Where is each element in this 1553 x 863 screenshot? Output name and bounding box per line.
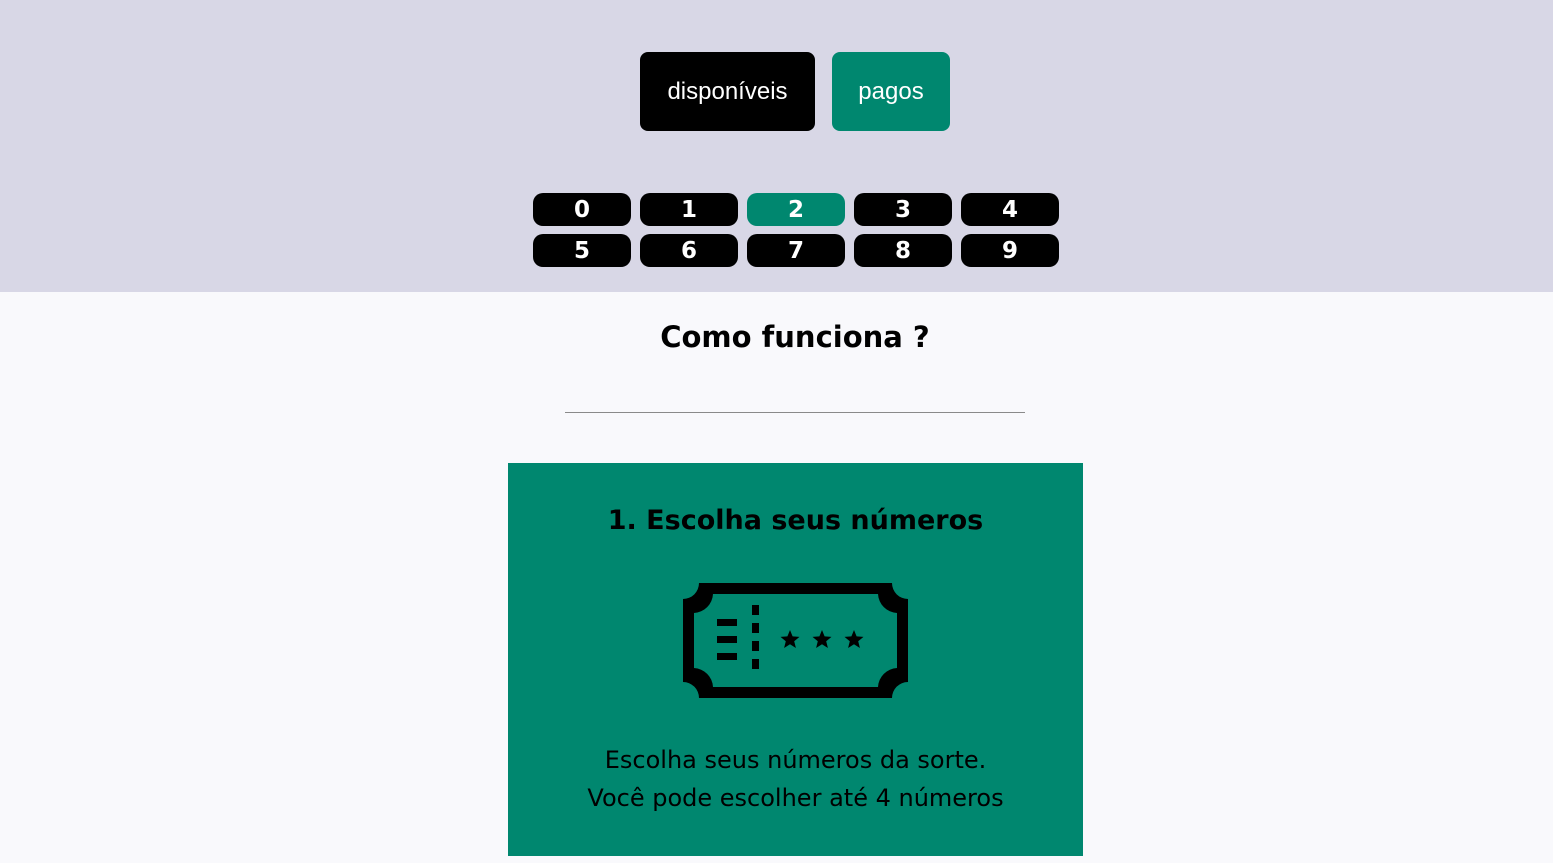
available-filter-button[interactable]: disponíveis bbox=[640, 52, 815, 131]
step-description: Escolha seus números da sorte. Você pode… bbox=[508, 741, 1083, 817]
filter-header: disponíveis pagos 0 1 2 3 4 5 6 7 8 9 bbox=[0, 0, 1553, 292]
number-grid: 0 1 2 3 4 5 6 7 8 9 bbox=[533, 193, 1059, 267]
ticket-icon bbox=[683, 583, 908, 698]
paid-filter-button[interactable]: pagos bbox=[832, 52, 950, 131]
step-description-line-1: Escolha seus números da sorte. bbox=[604, 746, 987, 774]
divider bbox=[565, 412, 1025, 413]
number-button-3[interactable]: 3 bbox=[854, 193, 952, 226]
number-button-4[interactable]: 4 bbox=[961, 193, 1059, 226]
number-button-9[interactable]: 9 bbox=[961, 234, 1059, 267]
number-button-7[interactable]: 7 bbox=[747, 234, 845, 267]
step-card: 1. Escolha seus números Escolha seus núm… bbox=[508, 463, 1083, 856]
filter-buttons: disponíveis pagos bbox=[640, 52, 950, 131]
number-button-2[interactable]: 2 bbox=[747, 193, 845, 226]
number-button-5[interactable]: 5 bbox=[533, 234, 631, 267]
number-button-6[interactable]: 6 bbox=[640, 234, 738, 267]
number-button-1[interactable]: 1 bbox=[640, 193, 738, 226]
number-button-0[interactable]: 0 bbox=[533, 193, 631, 226]
number-button-8[interactable]: 8 bbox=[854, 234, 952, 267]
how-it-works-title: Como funciona ? bbox=[660, 320, 930, 354]
step-title: 1. Escolha seus números bbox=[607, 505, 984, 536]
step-description-line-2: Você pode escolher até 4 números bbox=[587, 784, 1004, 812]
